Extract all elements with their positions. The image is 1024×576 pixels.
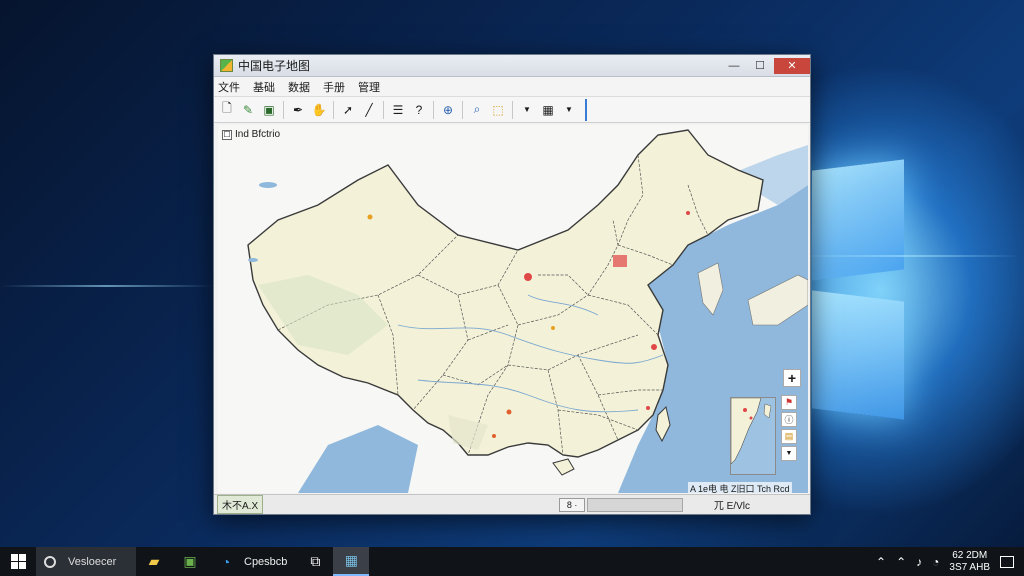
scale-caption: A 1e电 电 Z旧口 Tch Rcd xyxy=(688,482,792,493)
toolbar-separator xyxy=(462,100,463,119)
taskbar: Vesloecer ▰ ▣ ◔ Cpesbcb ⧉ ▦ ⌃ ⌃ ♪ ◔ 62 2… xyxy=(0,547,1024,576)
chevron-down-icon[interactable]: ▼ xyxy=(781,446,797,461)
status-bar: 木不A.X 8 · 兀 E/Vlc xyxy=(214,494,810,514)
toolbar-separator xyxy=(283,100,284,119)
edit-icon[interactable]: ✎ xyxy=(239,101,257,119)
window-title: 中国电子地图 xyxy=(238,59,311,73)
zoom-in-button[interactable]: + xyxy=(783,369,801,387)
lake xyxy=(259,182,277,188)
edge-icon[interactable]: ◔ xyxy=(208,547,244,576)
wallpaper-logo-pane xyxy=(812,159,904,281)
inset-map xyxy=(730,397,776,475)
flag-icon[interactable]: ⚑ xyxy=(781,395,797,410)
wallpaper-beam xyxy=(790,255,1020,257)
notification-icon[interactable] xyxy=(1000,555,1014,568)
volume-icon[interactable]: ♪ xyxy=(916,555,922,569)
city-marker xyxy=(506,409,512,415)
layer-checkbox[interactable]: ☐ xyxy=(222,129,232,140)
grid-icon[interactable]: ▦ xyxy=(539,101,557,119)
new-icon[interactable]: 🗋 xyxy=(218,101,236,119)
lake xyxy=(248,258,258,262)
wallpaper-beam xyxy=(0,285,213,287)
side-toolbar: ⚑ ⓘ ▤ ▼ xyxy=(781,395,799,461)
city-marker xyxy=(524,273,532,281)
menu-data[interactable]: 数据 xyxy=(288,79,310,95)
layers-icon[interactable]: ☰ xyxy=(389,101,407,119)
store-icon[interactable]: ▣ xyxy=(172,547,208,576)
menu-file[interactable]: 文件 xyxy=(218,79,240,95)
toolbar-separator xyxy=(512,100,513,119)
network-icon[interactable]: ⌃ xyxy=(896,555,906,569)
map-canvas[interactable]: ☐ Ind Bfctrio + ⚑ ⓘ ▤ ▼ A 1e电 电 Z旧口 Tch … xyxy=(218,125,808,493)
status-coordinates: 木不A.X xyxy=(217,495,264,514)
line-icon[interactable]: ╱ xyxy=(360,101,378,119)
taskbar-app-label[interactable]: Cpesbcb xyxy=(244,556,287,568)
menu-manage[interactable]: 管理 xyxy=(358,79,380,95)
status-progress-track xyxy=(587,497,684,512)
menu-bar: 文件 基础 数据 手册 管理 xyxy=(214,77,810,97)
toolbar: 🗋 ✎ ▣ ✒ ✋ ➚ ╱ ☰ ? ⊕ ⌕ ⬚ ▼ ▦ ▼ xyxy=(214,97,810,123)
toolbar-separator xyxy=(383,100,384,119)
save-icon[interactable]: ▣ xyxy=(260,101,278,119)
dropdown-icon[interactable]: ▼ xyxy=(560,101,578,119)
status-page-box[interactable]: 8 · xyxy=(559,497,586,512)
title-bar: 中国电子地图 — ☐ ✕ xyxy=(214,55,810,77)
image-icon[interactable]: ▤ xyxy=(781,429,797,444)
minimize-button[interactable]: — xyxy=(722,58,746,74)
pen-icon[interactable]: ✒ xyxy=(289,101,307,119)
city-marker xyxy=(686,211,690,215)
city-marker xyxy=(551,326,555,330)
start-button[interactable] xyxy=(0,547,36,576)
info-icon[interactable]: ⓘ xyxy=(781,412,797,427)
zoom-icon[interactable]: ⊕ xyxy=(439,101,457,119)
menu-basic[interactable]: 基础 xyxy=(253,79,275,95)
clock-date: 3S7 AHB xyxy=(949,561,990,573)
toolbar-separator xyxy=(433,100,434,119)
hand-icon[interactable]: ✋ xyxy=(310,101,328,119)
wifi-icon[interactable]: ◔ xyxy=(932,555,939,569)
map-window: 中国电子地图 — ☐ ✕ 文件 基础 数据 手册 管理 🗋 ✎ ▣ ✒ ✋ ➚ … xyxy=(213,54,811,515)
select-icon[interactable]: ⬚ xyxy=(489,101,507,119)
inset-map-graphic xyxy=(731,398,775,474)
dropdown-icon[interactable]: ▼ xyxy=(518,101,536,119)
city-marker xyxy=(651,344,657,350)
help-icon[interactable]: ? xyxy=(410,101,428,119)
clock-time: 62 2DM xyxy=(952,549,988,561)
hainan-island xyxy=(552,458,575,476)
windows-logo-icon xyxy=(10,554,26,569)
city-marker xyxy=(646,406,650,410)
search-icon[interactable]: ⌕ xyxy=(468,101,486,119)
search-icon xyxy=(44,555,56,568)
system-tray: ⌃ ⌃ ♪ ◔ 62 2DM 3S7 AHB xyxy=(876,550,1024,574)
task-view-icon[interactable]: ⧉ xyxy=(297,547,333,576)
city-marker xyxy=(367,214,373,220)
status-info: 兀 E/Vlc xyxy=(713,501,750,512)
bay-of-bengal xyxy=(298,425,418,493)
city-marker-beijing xyxy=(613,255,627,267)
chevron-up-icon[interactable]: ⌃ xyxy=(876,555,886,569)
menu-manual[interactable]: 手册 xyxy=(323,79,345,95)
pointer-icon[interactable]: ➚ xyxy=(339,101,357,119)
china-map xyxy=(247,129,808,493)
app-icon xyxy=(220,59,233,72)
map-app-taskbar-icon[interactable]: ▦ xyxy=(333,547,370,576)
close-button[interactable]: ✕ xyxy=(774,57,810,74)
maximize-button[interactable]: ☐ xyxy=(748,58,772,74)
clock[interactable]: 62 2DM 3S7 AHB xyxy=(949,550,990,574)
toolbar-divider xyxy=(585,98,587,121)
layer-label: Ind Bfctrio xyxy=(235,129,281,140)
city-marker xyxy=(492,434,496,438)
file-explorer-icon[interactable]: ▰ xyxy=(136,547,172,576)
taskbar-search[interactable]: Vesloecer xyxy=(36,547,136,576)
taskbar-search-text: Vesloecer xyxy=(68,555,117,568)
toolbar-separator xyxy=(333,100,334,119)
layer-control[interactable]: ☐ Ind Bfctrio xyxy=(222,129,280,140)
wallpaper-logo-pane xyxy=(812,290,904,420)
